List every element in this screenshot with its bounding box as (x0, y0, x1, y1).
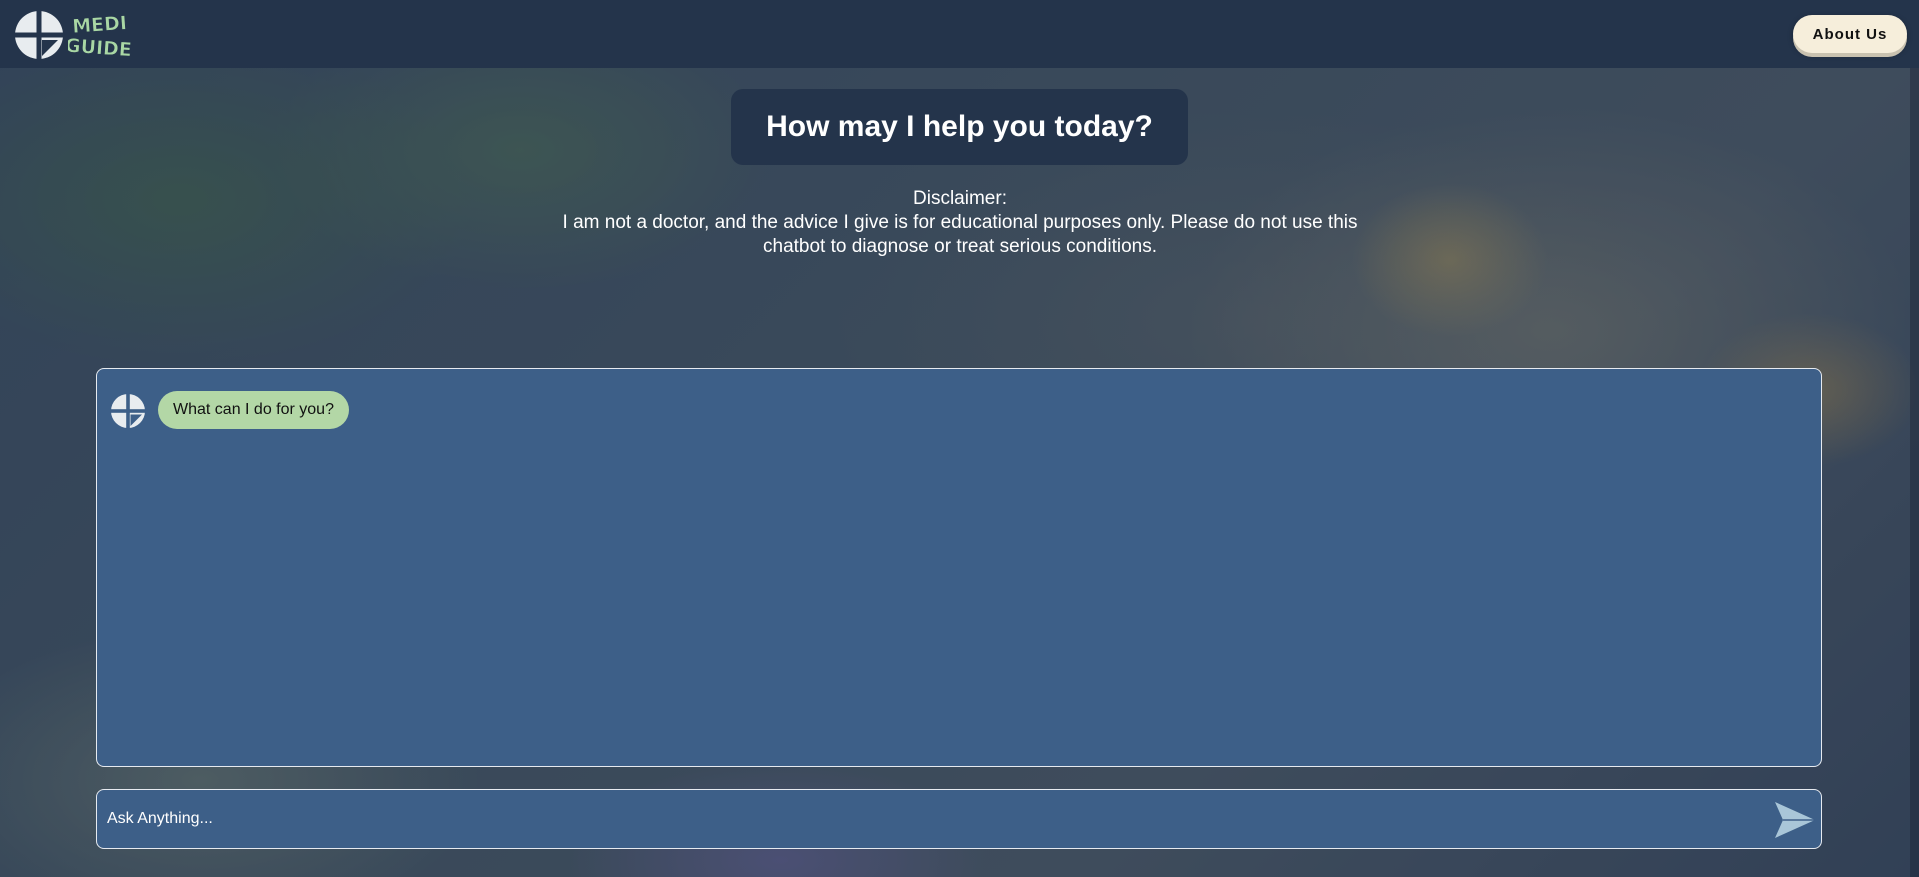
send-icon (1775, 802, 1815, 838)
top-bar: MEDI GUIDE About Us (0, 0, 1919, 68)
page-title: How may I help you today? (766, 110, 1153, 143)
scrollbar-track[interactable] (1910, 68, 1919, 877)
message-composer (96, 789, 1822, 849)
greeting-card: How may I help you today? (731, 89, 1188, 165)
svg-text:MEDI: MEDI (72, 12, 128, 38)
send-button[interactable] (1773, 800, 1817, 840)
chat-window[interactable]: What can I do for you? (96, 368, 1822, 767)
bot-message-bubble: What can I do for you? (158, 391, 349, 429)
disclaimer-heading: Disclaimer: (913, 188, 1007, 209)
logo-wordmark: MEDI GUIDE (68, 12, 132, 58)
svg-text:GUIDE: GUIDE (68, 35, 132, 58)
disclaimer-text-line-2: chatbot to diagnose or treat serious con… (763, 236, 1157, 257)
medical-cross-circle-icon (110, 393, 146, 429)
logo-icon[interactable] (14, 10, 64, 60)
ask-input[interactable] (107, 800, 1747, 838)
disclaimer: Disclaimer: I am not a doctor, and the a… (520, 187, 1400, 259)
disclaimer-text-line-1: I am not a doctor, and the advice I give… (562, 212, 1358, 233)
about-us-button[interactable]: About Us (1793, 15, 1907, 53)
